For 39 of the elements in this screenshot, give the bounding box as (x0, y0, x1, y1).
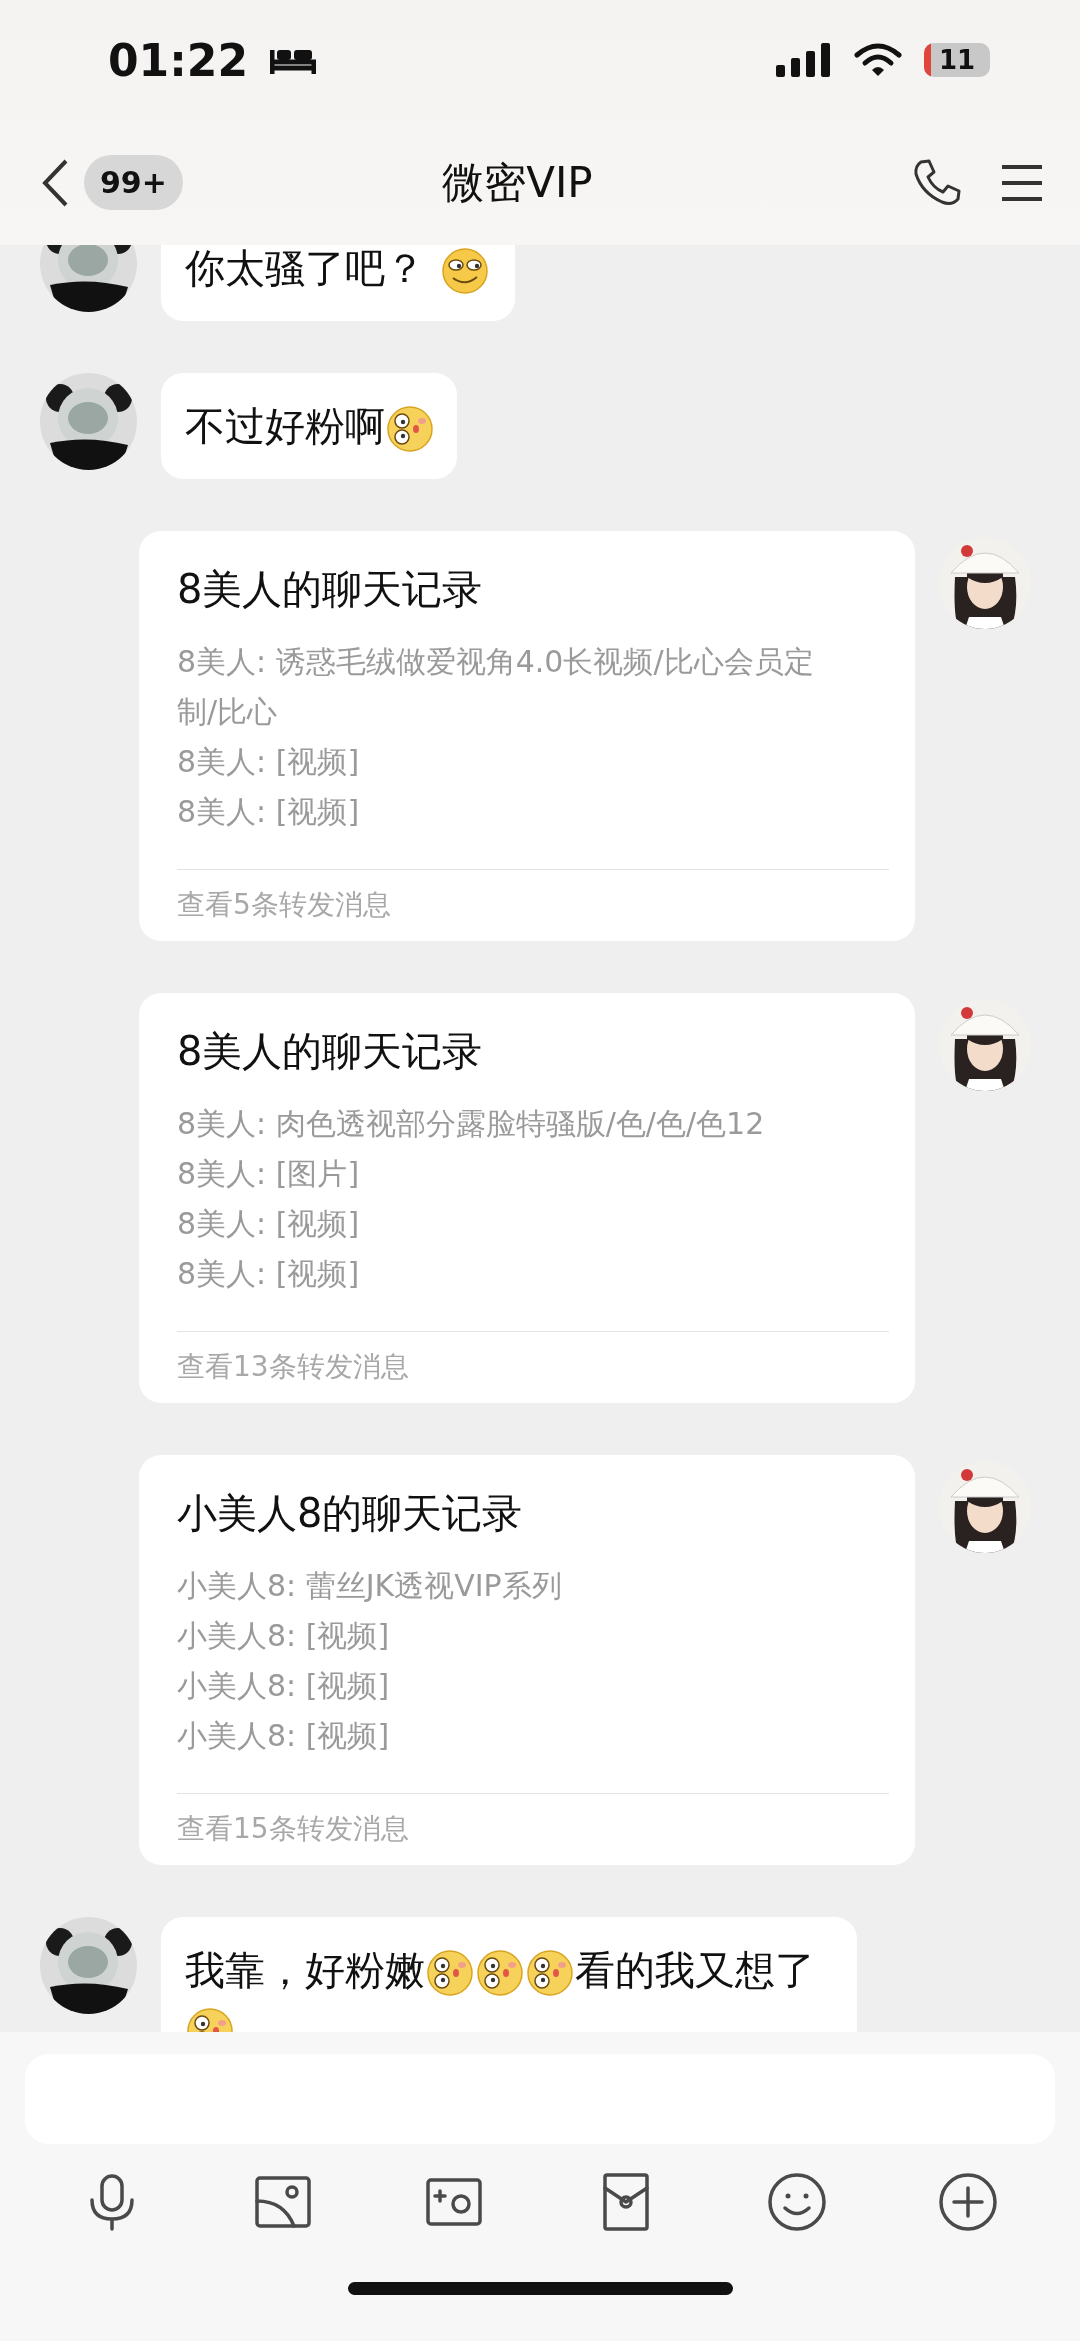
signal-icon (776, 43, 832, 77)
forwarded-message: 8美人: 诱惑毛绒做爱视角4.0长视频/比心会员定制/比心 (177, 643, 815, 731)
phone-icon[interactable] (912, 157, 962, 208)
image-icon[interactable] (254, 2175, 312, 2229)
forwarded-chat-card[interactable]: 小美人8的聊天记录 小美人8: 蕾丝JK透视VIP系列 小美人8: [视频] 小美人8: [视频] 小美人8: [视频] 查看15条转发消息 (139, 1455, 915, 1865)
menu-icon[interactable] (1000, 162, 1044, 203)
forwarded-message: 8美人: [视频] (177, 743, 361, 781)
plus-icon[interactable] (938, 2172, 999, 2232)
forwarded-message: 小美人8: [视频] (177, 1617, 391, 1655)
forwarded-chat-card[interactable]: 8美人的聊天记录 8美人: 肉色透视部分露脸特骚版/色/色/色12 8美人: [图片] 8美人: [视频] 8美人: [视频] 查看13条转发消息 (139, 993, 915, 1403)
card-title: 小美人8的聊天记录 (177, 1489, 524, 1538)
camera-icon[interactable] (425, 2177, 484, 2227)
forwarded-message: 8美人: 肉色透视部分露脸特骚版/色/色/色12 (177, 1105, 766, 1143)
blushing-emoji-icon (386, 405, 434, 453)
forwarded-message: 8美人: [视频] (177, 793, 361, 831)
forwarded-message: 8美人: [视频] (177, 1255, 361, 1293)
forwarded-message: 小美人8: 蕾丝JK透视VIP系列 (177, 1567, 563, 1605)
message-bubble: 我靠，好粉嫩 看的我又想了 (161, 1917, 857, 2032)
forwarded-message: 8美人: [图片] (177, 1155, 361, 1193)
message-bubble: 你太骚了吧？ (161, 245, 515, 321)
forwarded-chat-card[interactable]: 8美人的聊天记录 8美人: 诱惑毛绒做爱视角4.0长视频/比心会员定制/比心 8美人: [视频] 8美人: [视频] 查看5条转发消息 (139, 531, 915, 941)
chat-title: 微密VIP (442, 156, 593, 209)
message-bubble: 不过好粉啊 (161, 373, 457, 479)
wifi-icon (854, 43, 902, 77)
card-title: 8美人的聊天记录 (177, 1027, 484, 1076)
smiley-icon[interactable] (766, 2172, 827, 2232)
unread-badge: 99+ (84, 155, 183, 210)
envelope-icon[interactable] (601, 2172, 650, 2232)
battery-indicator: 11 (924, 43, 990, 77)
smirking-emoji-icon (441, 247, 489, 295)
forwarded-message: 小美人8: [视频] (177, 1667, 391, 1705)
status-time: 01:22 (108, 34, 249, 86)
blushing-emoji-icon (526, 1949, 574, 1997)
blushing-emoji-icon (426, 1949, 474, 1997)
back-icon[interactable] (40, 157, 70, 208)
card-title: 8美人的聊天记录 (177, 565, 484, 614)
blushing-emoji-icon (476, 1949, 524, 1997)
forwarded-message: 小美人8: [视频] (177, 1717, 391, 1755)
forwarded-message: 8美人: [视频] (177, 1205, 361, 1243)
